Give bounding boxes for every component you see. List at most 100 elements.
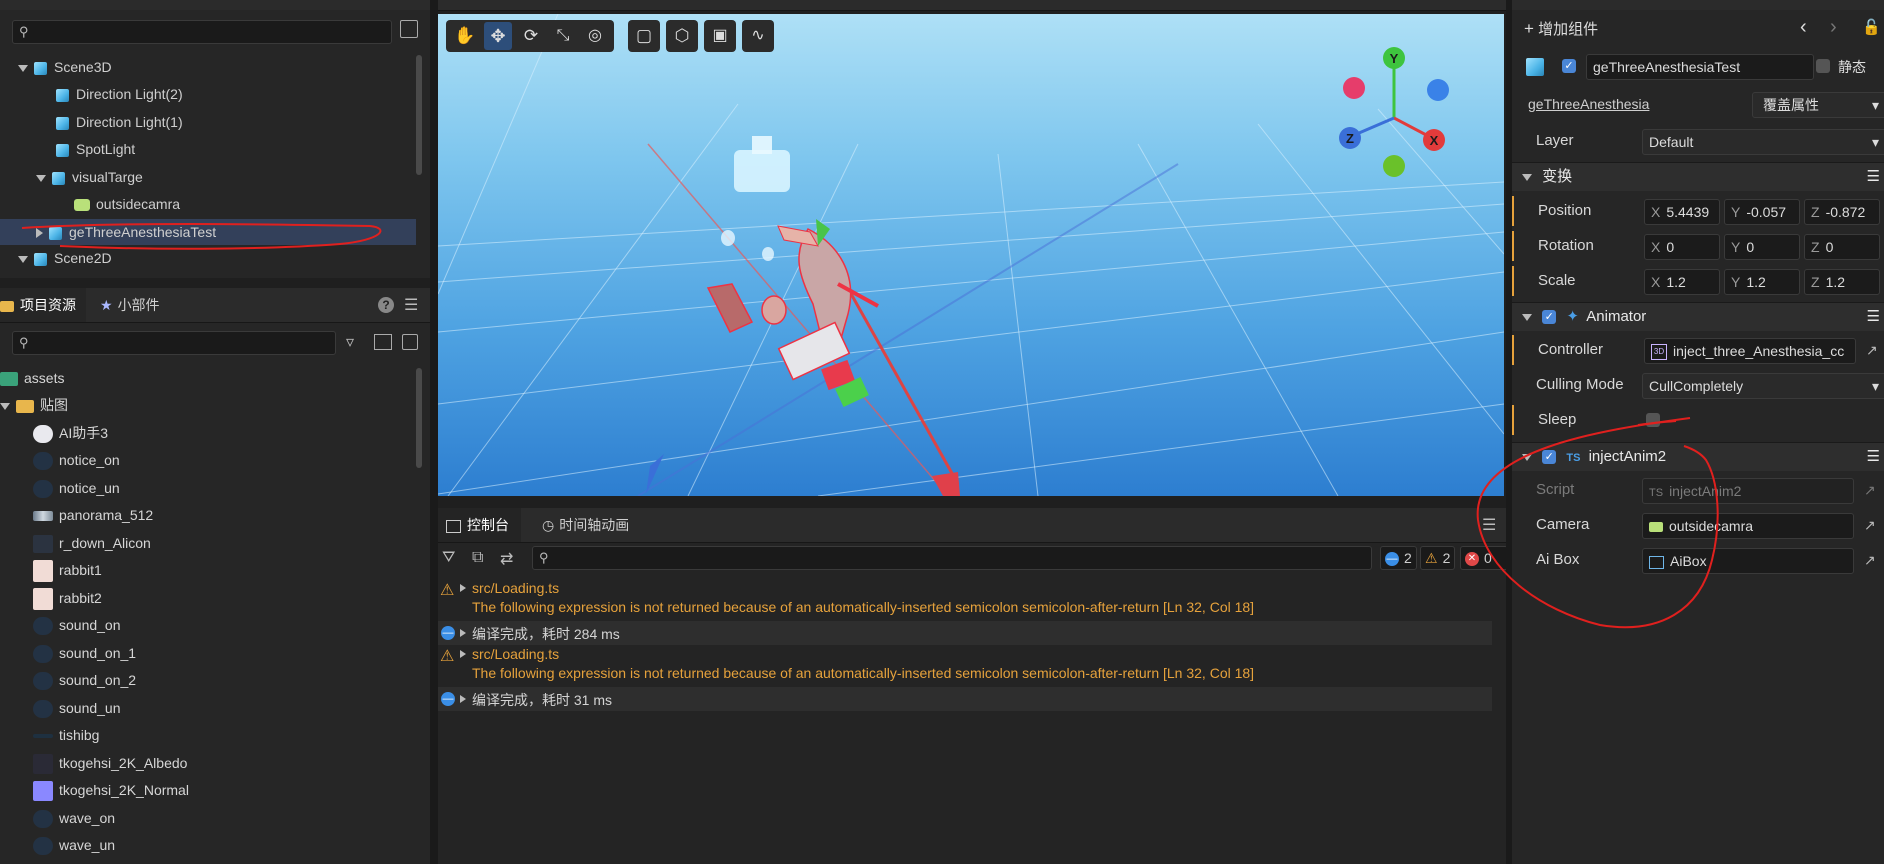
tree-node-scene2d[interactable]: Scene2D [0, 245, 418, 271]
tree-node-gethreeanesthesiatest[interactable]: geThreeAnesthesiaTest [0, 219, 416, 245]
assets-scrollbar[interactable] [416, 368, 422, 468]
active-checkbox[interactable]: ✓ [1562, 59, 1576, 73]
rotation-x-field[interactable]: X0 [1644, 234, 1720, 260]
layer-dropdown[interactable]: Default ▾ [1642, 129, 1884, 155]
expand-icon[interactable] [36, 174, 46, 182]
script-enabled-checkbox[interactable]: ✓ [1542, 450, 1557, 465]
log-file[interactable]: src/Loading.ts [472, 580, 559, 596]
asset-item[interactable]: notice_un [33, 475, 120, 501]
asset-item[interactable]: AI助手3 [33, 420, 108, 446]
rotate-tool-icon[interactable]: ⟳ [518, 24, 544, 48]
collapse-icon[interactable] [1522, 173, 1532, 181]
expand-icon[interactable] [460, 584, 466, 592]
link-icon[interactable]: ↗ [1864, 475, 1876, 505]
forward-arrow-icon[interactable]: › [1830, 16, 1837, 39]
asset-item[interactable]: rabbit2 [33, 585, 102, 611]
hand-tool-icon[interactable]: ✋ [452, 24, 478, 48]
copy-icon[interactable]: ⧉ [472, 549, 483, 567]
menu-icon[interactable]: ☰ [1482, 515, 1496, 535]
expand-icon[interactable] [36, 228, 43, 239]
collapse-icon[interactable] [402, 334, 418, 350]
culling-mode-dropdown[interactable]: CullCompletely ▾ [1642, 373, 1884, 399]
camera-settings-icon[interactable]: ▣ [704, 20, 736, 52]
expand-icon[interactable] [18, 64, 28, 72]
asset-folder-textures[interactable]: 贴图 [0, 392, 68, 418]
log-file[interactable]: src/Loading.ts [472, 646, 559, 662]
info-count-badge[interactable]: —2 [1380, 546, 1417, 570]
log-entry-warn-1[interactable]: ⚠ src/Loading.ts The following expressio… [438, 580, 1492, 620]
sleep-checkbox[interactable] [1646, 413, 1660, 427]
override-dropdown[interactable]: 覆盖属性 ▾ [1752, 92, 1884, 118]
perspective-toggle-icon[interactable]: ▢ [628, 20, 660, 52]
static-checkbox[interactable] [1816, 59, 1830, 73]
rotation-z-field[interactable]: Z0 [1804, 234, 1880, 260]
asset-item[interactable]: sound_on [33, 612, 121, 638]
asset-item[interactable]: rabbit1 [33, 557, 102, 583]
tab-console[interactable]: 控制台 [438, 508, 521, 542]
expand-icon[interactable] [18, 255, 28, 263]
warn-count-badge[interactable]: ⚠ 2 [1420, 546, 1456, 570]
tab-timeline[interactable]: ◷ 时间轴动画 [542, 508, 629, 542]
rect-tool-icon[interactable]: ◎ [582, 24, 608, 48]
collapse-all-icon[interactable] [400, 20, 418, 38]
log-entry-warn-2[interactable]: ⚠ src/Loading.ts The following expressio… [438, 646, 1492, 686]
cube-view-icon[interactable]: ⬡ [666, 20, 698, 52]
tree-node-outsidecamra[interactable]: outsidecamra [0, 191, 414, 217]
filter-icon[interactable]: ▿ [346, 332, 354, 352]
scale-tool-icon[interactable]: ⤡ [550, 24, 576, 48]
expand-icon[interactable] [460, 695, 466, 703]
expand-icon[interactable] [460, 650, 466, 658]
tree-node-spotlight[interactable]: SpotLight [0, 136, 416, 162]
asset-item[interactable]: panorama_512 [33, 502, 153, 528]
node-name-input[interactable]: geThreeAnesthesiaTest [1586, 54, 1814, 80]
asset-item[interactable]: sound_un [33, 695, 121, 721]
tab-project-assets[interactable]: 项目资源 [0, 288, 86, 322]
controller-field[interactable]: 3D inject_three_Anesthesia_cc [1644, 338, 1856, 364]
position-y-field[interactable]: Y -0.057 [1724, 199, 1800, 225]
asset-item[interactable]: wave_on [33, 805, 115, 831]
asset-item[interactable]: notice_on [33, 447, 120, 473]
scene-viewport[interactable]: ✋ ✥ ⟳ ⤡ ◎ ▢ ⬡ ▣ ∿ Y X Z [438, 14, 1504, 496]
asset-item[interactable]: wave_un [33, 832, 115, 858]
tree-node-direction-light-2[interactable]: Direction Light(2) [0, 81, 416, 107]
asset-item[interactable]: r_down_Alicon [33, 530, 151, 556]
asset-item[interactable]: tkogehsi_2K_Albedo [33, 750, 187, 776]
split-view-icon[interactable] [374, 334, 392, 350]
asset-item[interactable]: sound_on_2 [33, 667, 136, 693]
help-icon[interactable]: ? [378, 297, 394, 313]
link-icon[interactable]: ↗ [1864, 545, 1876, 575]
position-z-field[interactable]: Z -0.872 [1804, 199, 1880, 225]
animator-enabled-checkbox[interactable]: ✓ [1542, 310, 1557, 325]
prefab-link[interactable]: geThreeAnesthesia [1528, 96, 1649, 112]
scale-z-field[interactable]: Z 1.2 [1804, 269, 1880, 295]
asset-item[interactable]: sound_on_1 [33, 640, 136, 666]
orientation-gizmo[interactable]: Y X Z [1330, 42, 1460, 182]
move-tool-icon[interactable]: ✥ [484, 22, 512, 50]
animator-section-header[interactable]: ✓ ✦ Animator ☰ [1512, 302, 1884, 331]
collapse-icon[interactable] [1522, 453, 1532, 461]
menu-icon[interactable]: ☰ [1867, 443, 1880, 471]
scale-y-field[interactable]: Y 1.2 [1724, 269, 1800, 295]
stats-icon[interactable]: ∿ [742, 20, 774, 52]
expand-icon[interactable] [460, 629, 466, 637]
log-entry-info-1[interactable]: — 编译完成，耗时 284 ms [438, 621, 1492, 645]
asset-folder-root[interactable]: assets [0, 365, 64, 391]
lock-icon[interactable]: 🔓 [1862, 18, 1881, 36]
asset-item[interactable]: tishibg [33, 722, 99, 748]
transform-section-header[interactable]: 变换 ☰ [1512, 162, 1884, 191]
error-count-badge[interactable]: ✕ 0 [1460, 546, 1508, 570]
aibox-field[interactable]: AiBox [1642, 548, 1854, 574]
hierarchy-search[interactable]: ⚲ [12, 20, 392, 44]
scale-x-field[interactable]: X 1.2 [1644, 269, 1720, 295]
rotation-y-field[interactable]: Y0 [1724, 234, 1800, 260]
link-icon[interactable]: ↗ [1864, 510, 1876, 540]
tree-node-direction-light-1[interactable]: Direction Light(1) [0, 109, 416, 135]
back-arrow-icon[interactable]: ‹ [1800, 16, 1807, 39]
menu-icon[interactable]: ☰ [1867, 303, 1880, 331]
camera-field[interactable]: outsidecamra [1642, 513, 1854, 539]
console-search[interactable]: ⚲ [532, 546, 1372, 570]
tree-node-visualtarge[interactable]: visualTarge [0, 164, 416, 190]
assets-search[interactable]: ⚲ [12, 331, 336, 355]
expand-icon[interactable] [0, 402, 10, 410]
tree-node-scene3d[interactable]: Scene3D [0, 54, 418, 80]
